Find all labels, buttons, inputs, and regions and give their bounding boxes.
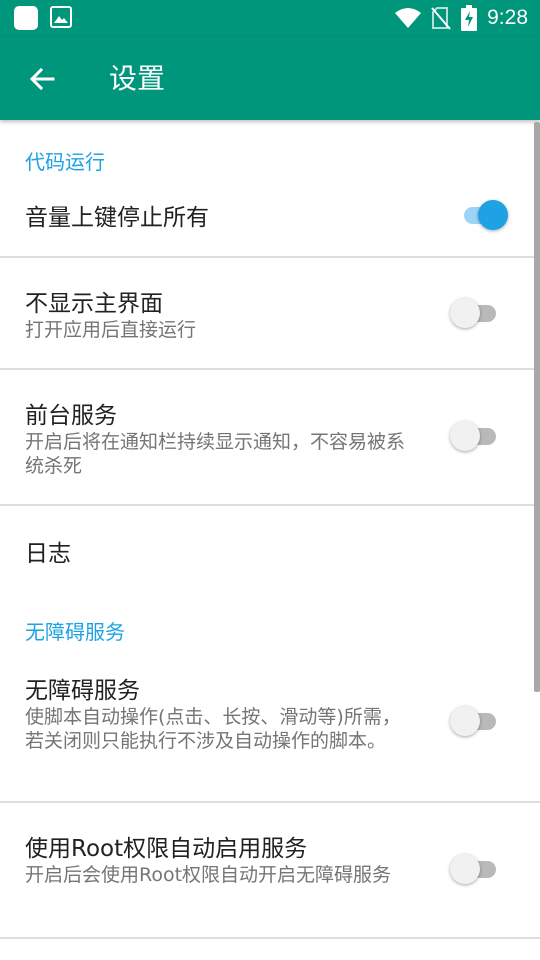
scrollbar[interactable] [534,122,540,692]
switch-thumb [450,298,480,328]
switch-thumb [450,706,480,736]
pref-hide-main[interactable]: 不显示主界面 打开应用后直接运行 [0,258,540,368]
switch-thumb [450,854,480,884]
pref-accessibility-service[interactable]: 无障碍服务 使脚本自动操作(点击、长按、滑动等)所需，若关闭则只能执行不涉及自动… [0,646,540,801]
page-title: 设置 [109,62,166,95]
pref-title: 无障碍服务 [25,678,140,704]
root-enable-switch[interactable] [450,854,500,884]
hide-main-switch[interactable] [450,298,500,328]
pref-summary: 开启后会使用Root权限自动开启无障碍服务 [25,864,392,886]
no-sim-icon [431,7,451,30]
foreground-service-switch[interactable] [450,421,500,451]
pref-summary: 打开应用后直接运行 [25,319,197,341]
pref-title: 使用Root权限自动启用服务 [25,836,308,862]
pref-root-enable-service[interactable]: 使用Root权限自动启用服务 开启后会使用Root权限自动开启无障碍服务 [0,803,540,937]
switch-thumb [450,421,480,451]
pref-title: 前台服务 [25,403,117,429]
pref-title: 音量上键停止所有 [25,205,209,231]
battery-charging-icon [461,5,478,31]
accessibility-service-switch[interactable] [450,706,500,736]
switch-thumb [478,200,508,230]
status-bar: 9:28 [0,0,540,37]
volume-stop-switch[interactable] [458,200,508,230]
pref-log[interactable]: 日志 [0,506,540,596]
pref-title: 不显示主界面 [25,291,163,317]
app-notification-icon [14,6,38,30]
pref-title: 日志 [25,541,71,567]
settings-list: 代码运行 音量上键停止所有 不显示主界面 打开应用后直接运行 前台服务 开启后将… [0,120,540,960]
app-bar: 设置 [0,37,540,120]
pref-summary: 使脚本自动操作(点击、长按、滑动等)所需，若关闭则只能执行不涉及自动操作的脚本。 [25,706,401,752]
pref-volume-stop[interactable]: 音量上键停止所有 [0,176,540,256]
pref-foreground-service[interactable]: 前台服务 开启后将在通知栏持续显示通知，不容易被系统杀死 [0,370,540,504]
divider [0,937,540,939]
back-arrow-icon[interactable] [26,63,58,95]
section-header-accessibility: 无障碍服务 [25,620,125,644]
section-header-code-run: 代码运行 [25,150,105,174]
image-notification-icon [50,6,72,28]
pref-summary: 开启后将在通知栏持续显示通知，不容易被系统杀死 [25,431,406,477]
clock: 9:28 [487,6,528,29]
wifi-icon [395,8,422,28]
